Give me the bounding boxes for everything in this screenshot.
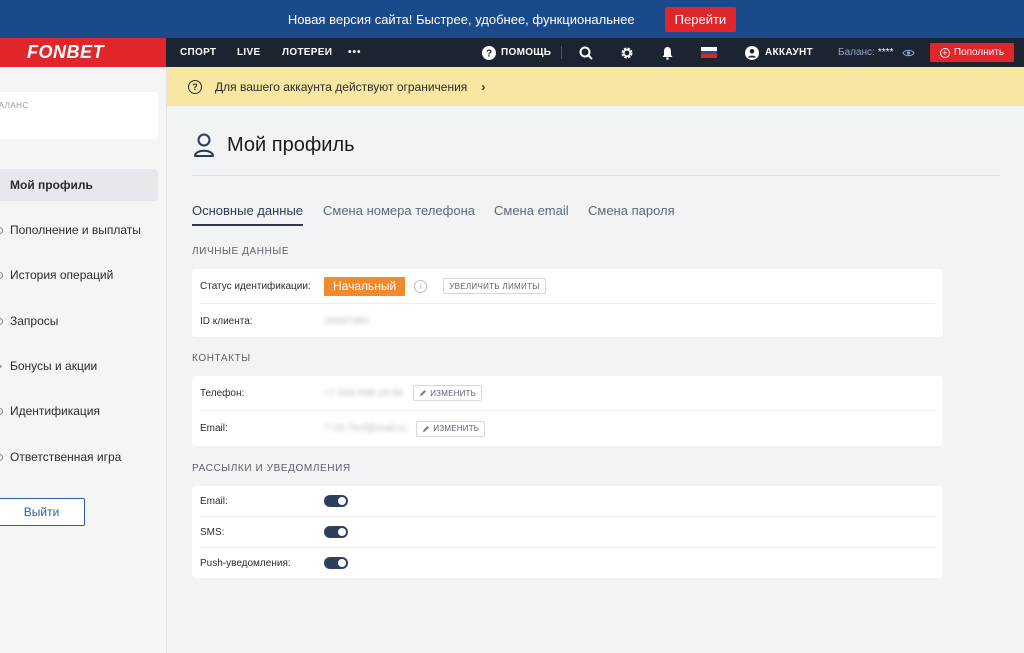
tab-change-email[interactable]: Смена email	[494, 203, 569, 218]
email-value: 7-16-7ecf@mail.ru	[324, 423, 407, 434]
sidebar-item-identification[interactable]: Идентификация	[0, 395, 158, 427]
push-toggle[interactable]	[324, 557, 348, 569]
increase-limits-button[interactable]: УВЕЛИЧИТЬ ЛИМИТЫ	[443, 278, 546, 294]
sidebar-item-label: Идентификация	[10, 404, 100, 418]
pencil-icon	[423, 425, 430, 432]
tab-change-phone[interactable]: Смена номера телефона	[323, 203, 475, 218]
balance-display: Баланс: ****	[838, 38, 893, 67]
email-notify-row: Email:	[200, 486, 935, 517]
email-notify-label: Email:	[200, 495, 228, 507]
notifications-card: Email: SMS: Push-уведомления:	[192, 486, 943, 578]
gear-icon[interactable]	[619, 45, 634, 60]
warning-text: Для вашего аккаунта действуют ограничени…	[215, 79, 468, 94]
sidebar-item-label: Бонусы и акции	[10, 359, 98, 373]
search-icon[interactable]	[578, 45, 593, 60]
push-notify-row: Push-уведомления:	[200, 548, 935, 578]
sidebar-item-responsible-gaming[interactable]: Ответственная игра	[0, 441, 158, 473]
question-icon: ?	[188, 79, 202, 94]
promo-go-button[interactable]: Перейти	[664, 6, 737, 32]
phone-label: Телефон:	[200, 387, 245, 399]
balance-label: Баланс:	[838, 47, 875, 58]
edit-label: ИЗМЕНИТЬ	[430, 388, 477, 398]
personal-data-card: Статус идентификации: Начальный i УВЕЛИЧ…	[192, 269, 943, 337]
sidebar-item-payments[interactable]: Пополнение и выплаты	[0, 214, 158, 246]
nav-lotteries[interactable]: ЛОТЕРЕИ	[282, 38, 332, 67]
bonus-icon	[0, 362, 3, 370]
logout-button[interactable]: Выйти	[0, 498, 85, 526]
history-icon	[0, 271, 3, 279]
more-menu-icon[interactable]: •••	[348, 38, 362, 67]
status-label: Статус идентификации:	[200, 280, 311, 292]
profile-main: Мой профиль Основные данные Смена номера…	[167, 106, 1024, 653]
identification-status-row: Статус идентификации: Начальный i УВЕЛИЧ…	[200, 269, 935, 304]
responsible-gaming-icon	[0, 453, 3, 461]
fonbet-logo[interactable]: FONBET	[0, 38, 166, 67]
push-notify-label: Push-уведомления:	[200, 557, 291, 569]
nav-live[interactable]: LIVE	[237, 38, 260, 67]
svg-text:?: ?	[485, 48, 491, 59]
plus-circle-icon: +	[939, 47, 950, 58]
help-link[interactable]: ПОМОЩЬ	[501, 38, 551, 67]
balance-value: ****	[877, 47, 894, 58]
sidebar-item-label: История операций	[10, 268, 114, 282]
sidebar-item-history[interactable]: История операций	[0, 259, 158, 291]
client-id-label: ID клиента:	[200, 316, 253, 327]
sidebar-balance-label: БАЛАНС	[0, 101, 29, 110]
sidebar-item-requests[interactable]: Запросы	[0, 305, 158, 337]
page-title: Мой профиль	[193, 132, 355, 158]
requests-icon	[0, 317, 3, 325]
sms-notify-label: SMS:	[200, 526, 225, 538]
sidebar-balance-card: БАЛАНС	[0, 92, 158, 139]
phone-row: Телефон: +7 933 998-16-94 ИЗМЕНИТЬ	[200, 376, 935, 411]
top-header: FONBET СПОРТ LIVE ЛОТЕРЕИ ••• ? ПОМОЩЬ А…	[0, 38, 1024, 67]
status-badge: Начальный	[324, 276, 406, 296]
client-id-value: 20937384	[324, 316, 369, 327]
bell-icon[interactable]	[660, 45, 675, 60]
deposit-label: Пополнить	[953, 47, 1005, 58]
russia-flag-icon[interactable]	[701, 47, 717, 58]
sidebar-item-label: Мой профиль	[10, 178, 93, 192]
pencil-icon	[420, 390, 427, 396]
sidebar-item-label: Запросы	[10, 314, 59, 328]
contacts-card: Телефон: +7 933 998-16-94 ИЗМЕНИТЬ Email…	[192, 376, 943, 446]
email-row: Email: 7-16-7ecf@mail.ru ИЗМЕНИТЬ	[200, 411, 935, 446]
section-heading-notifications: РАССЫЛКИ И УВЕДОМЛЕНИЯ	[192, 463, 351, 474]
page-title-text: Мой профиль	[227, 133, 355, 156]
sidebar-item-label: Пополнение и выплаты	[10, 223, 141, 237]
deposit-button[interactable]: + Пополнить	[930, 43, 1014, 62]
edit-email-button[interactable]: ИЗМЕНИТЬ	[416, 420, 486, 437]
account-link[interactable]: АККАУНТ	[765, 38, 813, 67]
title-divider	[192, 175, 1000, 176]
promo-banner: Новая версия сайта! Быстрее, удобнее, фу…	[0, 0, 1024, 38]
restrictions-warning[interactable]: ? Для вашего аккаунта действуют ограниче…	[167, 67, 1024, 106]
info-icon[interactable]: i	[414, 279, 428, 293]
promo-text: Новая версия сайта! Быстрее, удобнее, фу…	[287, 11, 635, 27]
client-id-row: ID клиента: 20937384	[200, 304, 935, 339]
wallet-icon	[0, 226, 3, 234]
sms-toggle[interactable]	[324, 526, 348, 538]
account-icon[interactable]	[744, 45, 759, 60]
help-icon[interactable]: ?	[481, 45, 496, 60]
sms-notify-row: SMS:	[200, 517, 935, 548]
edit-phone-button[interactable]: ИЗМЕНИТЬ	[413, 385, 483, 401]
eye-icon[interactable]	[901, 45, 916, 60]
sidebar-item-bonuses[interactable]: Бонусы и акции	[0, 350, 158, 382]
section-heading-contacts: КОНТАКТЫ	[192, 353, 251, 364]
sidebar-item-profile[interactable]: Мой профиль	[0, 169, 158, 201]
sidebar: БАЛАНС Мой профиль Пополнение и выплаты …	[0, 67, 167, 653]
tab-main-data[interactable]: Основные данные	[192, 203, 304, 226]
identification-icon	[0, 407, 3, 415]
user-icon	[194, 133, 214, 157]
edit-label: ИЗМЕНИТЬ	[433, 424, 480, 433]
tab-change-password[interactable]: Смена пароля	[588, 203, 675, 218]
nav-sport[interactable]: СПОРТ	[180, 38, 216, 67]
email-label: Email:	[200, 423, 228, 434]
header-divider	[561, 46, 562, 59]
section-heading-personal: ЛИЧНЫЕ ДАННЫЕ	[192, 246, 290, 257]
chevron-right-icon: ›	[481, 79, 486, 94]
phone-value: +7 933 998-16-94	[324, 387, 404, 399]
sidebar-item-label: Ответственная игра	[10, 450, 122, 464]
email-toggle[interactable]	[324, 495, 348, 507]
